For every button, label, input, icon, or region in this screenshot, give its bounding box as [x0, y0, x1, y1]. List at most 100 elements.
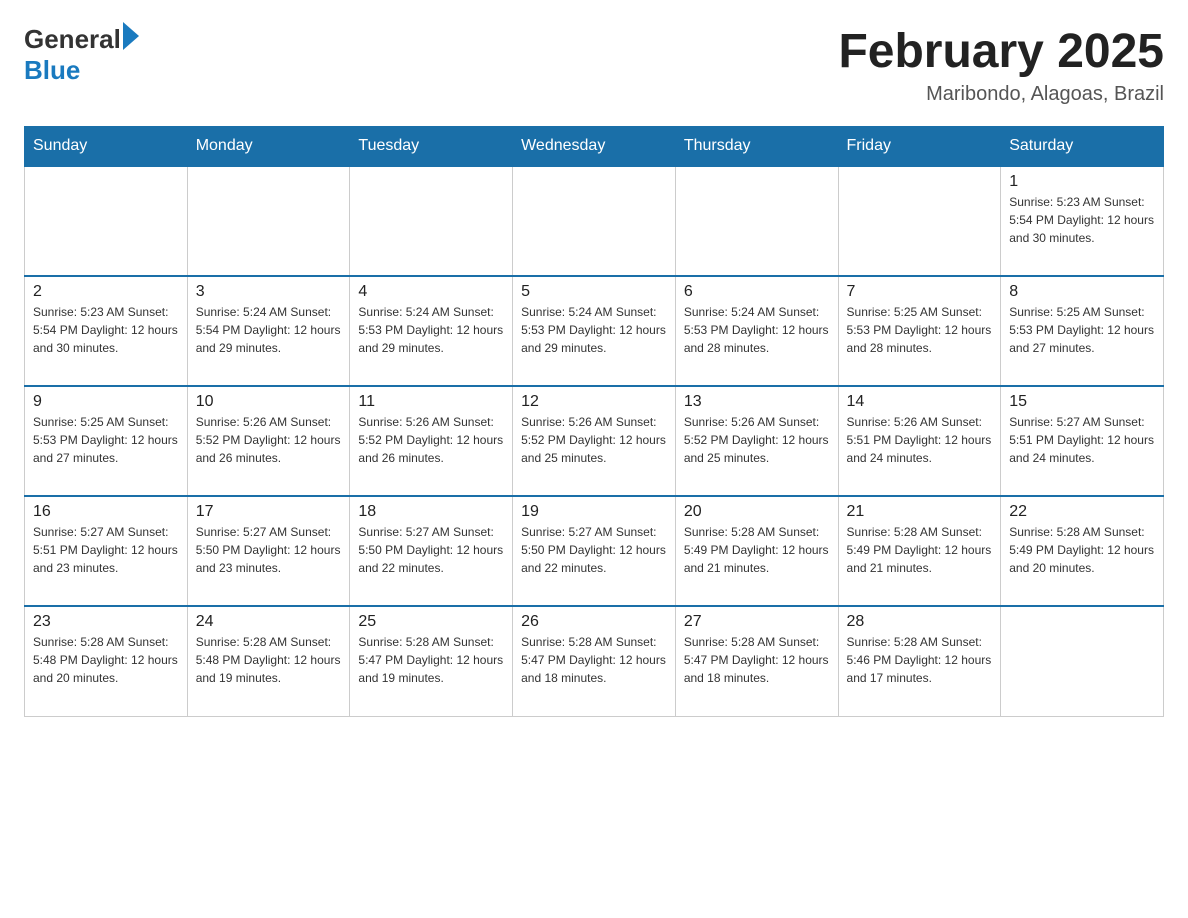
calendar-cell: 10 Sunrise: 5:26 AM Sunset: 5:52 PM Dayli…	[187, 386, 350, 496]
day-number: 17	[196, 503, 342, 521]
day-of-week-header: Thursday	[675, 127, 838, 167]
logo-general-text: General	[24, 24, 121, 55]
day-info: Sunrise: 5:24 AM Sunset: 5:53 PM Dayligh…	[521, 303, 667, 357]
day-number: 11	[358, 393, 504, 411]
calendar-week-row: 1 Sunrise: 5:23 AM Sunset: 5:54 PM Daylig…	[25, 166, 1164, 276]
calendar-cell: 11 Sunrise: 5:26 AM Sunset: 5:52 PM Dayli…	[350, 386, 513, 496]
calendar-cell	[350, 166, 513, 276]
calendar-cell: 19Sunrise: 5:27 AM Sunset: 5:50 PM Dayli…	[513, 496, 676, 606]
calendar-cell: 26 Sunrise: 5:28 AM Sunset: 5:47 PM Dayli…	[513, 606, 676, 716]
calendar-week-row: 2Sunrise: 5:23 AM Sunset: 5:54 PM Daylig…	[25, 276, 1164, 386]
day-info: Sunrise: 5:23 AM Sunset: 5:54 PM Dayligh…	[1009, 193, 1155, 247]
calendar-cell: 21 Sunrise: 5:28 AM Sunset: 5:49 PM Dayli…	[838, 496, 1001, 606]
day-of-week-header: Friday	[838, 127, 1001, 167]
day-of-week-header: Sunday	[25, 127, 188, 167]
day-number: 3	[196, 283, 342, 301]
calendar-cell: 8 Sunrise: 5:25 AM Sunset: 5:53 PM Daylig…	[1001, 276, 1164, 386]
day-info: Sunrise: 5:28 AM Sunset: 5:46 PM Dayligh…	[847, 633, 993, 687]
day-info: Sunrise: 5:24 AM Sunset: 5:53 PM Dayligh…	[684, 303, 830, 357]
day-number: 4	[358, 283, 504, 301]
day-info: Sunrise: 5:27 AM Sunset: 5:50 PM Dayligh…	[196, 523, 342, 577]
day-info: Sunrise: 5:28 AM Sunset: 5:49 PM Dayligh…	[847, 523, 993, 577]
day-number: 12	[521, 393, 667, 411]
day-of-week-header: Monday	[187, 127, 350, 167]
calendar-cell: 12 Sunrise: 5:26 AM Sunset: 5:52 PM Dayli…	[513, 386, 676, 496]
day-number: 5	[521, 283, 667, 301]
day-number: 16	[33, 503, 179, 521]
calendar-week-row: 9 Sunrise: 5:25 AM Sunset: 5:53 PM Daylig…	[25, 386, 1164, 496]
calendar-cell: 1 Sunrise: 5:23 AM Sunset: 5:54 PM Daylig…	[1001, 166, 1164, 276]
calendar-cell	[513, 166, 676, 276]
calendar-cell: 17 Sunrise: 5:27 AM Sunset: 5:50 PM Dayli…	[187, 496, 350, 606]
day-number: 14	[847, 393, 993, 411]
calendar-cell: 5 Sunrise: 5:24 AM Sunset: 5:53 PM Daylig…	[513, 276, 676, 386]
calendar-cell: 7 Sunrise: 5:25 AM Sunset: 5:53 PM Daylig…	[838, 276, 1001, 386]
calendar-cell	[187, 166, 350, 276]
day-number: 6	[684, 283, 830, 301]
day-info: Sunrise: 5:26 AM Sunset: 5:52 PM Dayligh…	[521, 413, 667, 467]
day-number: 7	[847, 283, 993, 301]
day-info: Sunrise: 5:28 AM Sunset: 5:49 PM Dayligh…	[1009, 523, 1155, 577]
calendar-cell: 3 Sunrise: 5:24 AM Sunset: 5:54 PM Daylig…	[187, 276, 350, 386]
day-info: Sunrise: 5:25 AM Sunset: 5:53 PM Dayligh…	[1009, 303, 1155, 357]
calendar-cell: 16Sunrise: 5:27 AM Sunset: 5:51 PM Dayli…	[25, 496, 188, 606]
day-info: Sunrise: 5:28 AM Sunset: 5:48 PM Dayligh…	[196, 633, 342, 687]
day-info: Sunrise: 5:25 AM Sunset: 5:53 PM Dayligh…	[847, 303, 993, 357]
day-number: 1	[1009, 173, 1155, 191]
day-number: 23	[33, 613, 179, 631]
logo: General Blue	[24, 24, 139, 86]
calendar-cell: 18 Sunrise: 5:27 AM Sunset: 5:50 PM Dayli…	[350, 496, 513, 606]
day-info: Sunrise: 5:28 AM Sunset: 5:48 PM Dayligh…	[33, 633, 179, 687]
day-info: Sunrise: 5:25 AM Sunset: 5:53 PM Dayligh…	[33, 413, 179, 467]
calendar-cell	[1001, 606, 1164, 716]
day-number: 13	[684, 393, 830, 411]
title-section: February 2025 Maribondo, Alagoas, Brazil	[838, 24, 1164, 106]
calendar-cell: 4 Sunrise: 5:24 AM Sunset: 5:53 PM Daylig…	[350, 276, 513, 386]
day-of-week-header: Wednesday	[513, 127, 676, 167]
day-info: Sunrise: 5:27 AM Sunset: 5:50 PM Dayligh…	[521, 523, 667, 577]
calendar-subtitle: Maribondo, Alagoas, Brazil	[838, 83, 1164, 106]
day-number: 27	[684, 613, 830, 631]
logo-arrow-icon	[123, 22, 139, 50]
day-info: Sunrise: 5:24 AM Sunset: 5:53 PM Dayligh…	[358, 303, 504, 357]
calendar-cell: 14 Sunrise: 5:26 AM Sunset: 5:51 PM Dayli…	[838, 386, 1001, 496]
calendar-cell	[25, 166, 188, 276]
calendar-cell: 24 Sunrise: 5:28 AM Sunset: 5:48 PM Dayli…	[187, 606, 350, 716]
day-number: 24	[196, 613, 342, 631]
day-info: Sunrise: 5:26 AM Sunset: 5:52 PM Dayligh…	[358, 413, 504, 467]
day-info: Sunrise: 5:26 AM Sunset: 5:52 PM Dayligh…	[196, 413, 342, 467]
calendar-cell: 9 Sunrise: 5:25 AM Sunset: 5:53 PM Daylig…	[25, 386, 188, 496]
logo-blue-text: Blue	[24, 55, 139, 86]
day-number: 10	[196, 393, 342, 411]
day-number: 8	[1009, 283, 1155, 301]
day-info: Sunrise: 5:28 AM Sunset: 5:47 PM Dayligh…	[521, 633, 667, 687]
day-info: Sunrise: 5:24 AM Sunset: 5:54 PM Dayligh…	[196, 303, 342, 357]
calendar-cell: 15Sunrise: 5:27 AM Sunset: 5:51 PM Dayli…	[1001, 386, 1164, 496]
calendar-cell: 22 Sunrise: 5:28 AM Sunset: 5:49 PM Dayli…	[1001, 496, 1164, 606]
calendar-week-row: 23 Sunrise: 5:28 AM Sunset: 5:48 PM Dayli…	[25, 606, 1164, 716]
calendar-cell: 20Sunrise: 5:28 AM Sunset: 5:49 PM Dayli…	[675, 496, 838, 606]
calendar-cell	[838, 166, 1001, 276]
day-number: 15	[1009, 393, 1155, 411]
calendar-week-row: 16Sunrise: 5:27 AM Sunset: 5:51 PM Dayli…	[25, 496, 1164, 606]
calendar-cell: 23 Sunrise: 5:28 AM Sunset: 5:48 PM Dayli…	[25, 606, 188, 716]
day-number: 25	[358, 613, 504, 631]
day-number: 21	[847, 503, 993, 521]
calendar-cell: 27 Sunrise: 5:28 AM Sunset: 5:47 PM Dayli…	[675, 606, 838, 716]
calendar-cell	[675, 166, 838, 276]
calendar-cell: 2Sunrise: 5:23 AM Sunset: 5:54 PM Daylig…	[25, 276, 188, 386]
day-info: Sunrise: 5:26 AM Sunset: 5:51 PM Dayligh…	[847, 413, 993, 467]
day-info: Sunrise: 5:27 AM Sunset: 5:50 PM Dayligh…	[358, 523, 504, 577]
day-of-week-header: Saturday	[1001, 127, 1164, 167]
day-info: Sunrise: 5:28 AM Sunset: 5:47 PM Dayligh…	[684, 633, 830, 687]
day-number: 9	[33, 393, 179, 411]
page-header: General Blue February 2025 Maribondo, Al…	[24, 24, 1164, 106]
day-info: Sunrise: 5:23 AM Sunset: 5:54 PM Dayligh…	[33, 303, 179, 357]
calendar-cell: 28Sunrise: 5:28 AM Sunset: 5:46 PM Dayli…	[838, 606, 1001, 716]
day-of-week-header: Tuesday	[350, 127, 513, 167]
day-number: 26	[521, 613, 667, 631]
calendar-cell: 13 Sunrise: 5:26 AM Sunset: 5:52 PM Dayli…	[675, 386, 838, 496]
day-info: Sunrise: 5:26 AM Sunset: 5:52 PM Dayligh…	[684, 413, 830, 467]
day-number: 22	[1009, 503, 1155, 521]
day-number: 18	[358, 503, 504, 521]
